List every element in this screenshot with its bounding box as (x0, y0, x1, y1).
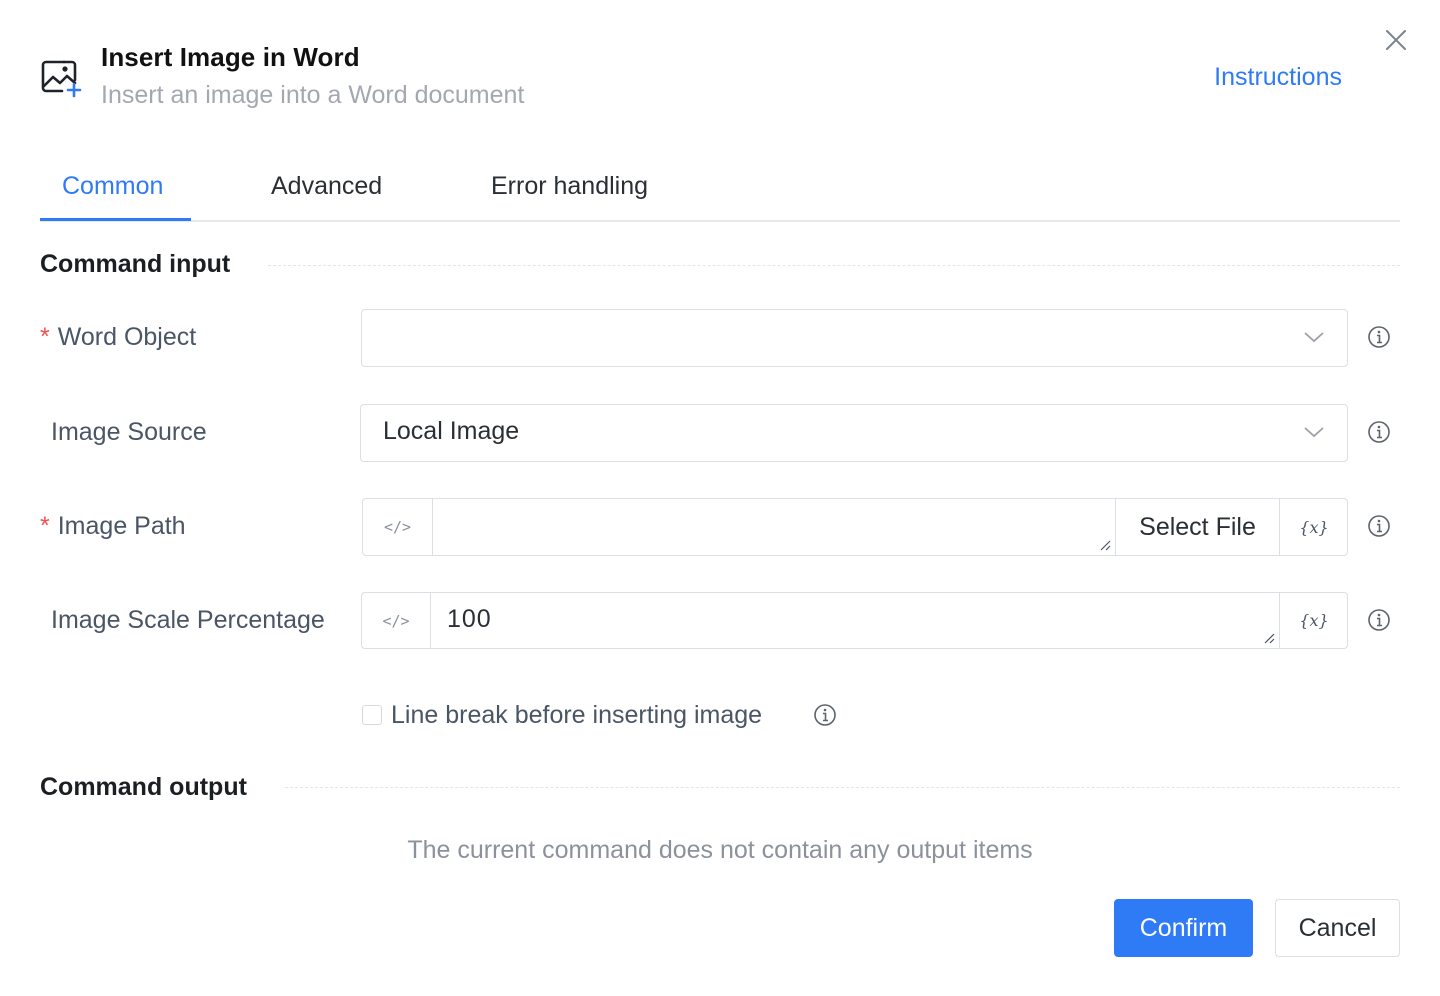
image-scale-label: Image Scale Percentage (51, 606, 325, 634)
line-break-label[interactable]: Line break before inserting image (391, 701, 762, 730)
tab-common[interactable]: Common (62, 172, 163, 201)
tab-error-handling[interactable]: Error handling (491, 172, 648, 201)
code-mode-button[interactable]: </> (363, 499, 433, 555)
image-source-value: Local Image (383, 417, 520, 445)
insert-image-icon (41, 60, 82, 98)
cancel-button[interactable]: Cancel (1275, 899, 1400, 957)
info-icon[interactable] (1367, 325, 1391, 349)
command-output-title: Command output (40, 773, 247, 801)
word-object-label: * Word Object (40, 323, 196, 352)
image-scale-value: 100 (447, 605, 492, 633)
image-path-label: * Image Path (40, 512, 186, 541)
dialog-title: Insert Image in Word (101, 42, 360, 72)
required-mark: * (40, 512, 50, 540)
image-path-label-text: Image Path (57, 512, 186, 540)
command-input-title: Command input (40, 250, 231, 278)
info-icon[interactable] (1367, 420, 1391, 444)
dialog-subtitle: Insert an image into a Word document (101, 81, 525, 109)
chevron-down-icon (1304, 427, 1324, 438)
image-source-select[interactable]: Local Image (360, 404, 1348, 462)
info-icon[interactable] (813, 703, 837, 727)
select-file-button[interactable]: Select File (1115, 499, 1279, 555)
chevron-down-icon (1304, 332, 1324, 343)
word-object-label-text: Word Object (57, 323, 197, 351)
image-scale-field: </> 100 {x} (361, 592, 1348, 649)
code-mode-button[interactable]: </> (362, 593, 431, 648)
image-path-field: </> Select File {x} (362, 498, 1348, 556)
section-divider (285, 787, 1400, 788)
resize-handle-icon[interactable] (1099, 539, 1111, 551)
info-icon[interactable] (1367, 608, 1391, 632)
confirm-button[interactable]: Confirm (1114, 899, 1253, 957)
section-divider (268, 265, 1400, 266)
image-path-input[interactable] (433, 499, 1115, 555)
word-object-select[interactable] (361, 309, 1348, 367)
instructions-link[interactable]: Instructions (1214, 63, 1342, 92)
image-scale-input[interactable]: 100 (431, 593, 1279, 648)
insert-variable-button[interactable]: {x} (1279, 593, 1348, 648)
close-icon[interactable] (1384, 28, 1408, 52)
line-break-checkbox[interactable] (362, 705, 382, 725)
tab-advanced[interactable]: Advanced (271, 172, 382, 201)
active-tab-indicator (40, 218, 191, 221)
insert-image-dialog: Insert Image in Word Insert an image int… (0, 0, 1440, 996)
resize-handle-icon[interactable] (1263, 632, 1275, 644)
image-source-label: Image Source (51, 418, 207, 446)
info-icon[interactable] (1367, 514, 1391, 538)
insert-variable-button[interactable]: {x} (1279, 499, 1348, 555)
tab-bar: Common Advanced Error handling (40, 162, 1400, 222)
required-mark: * (40, 323, 50, 351)
empty-output-message: The current command does not contain any… (407, 836, 1033, 864)
